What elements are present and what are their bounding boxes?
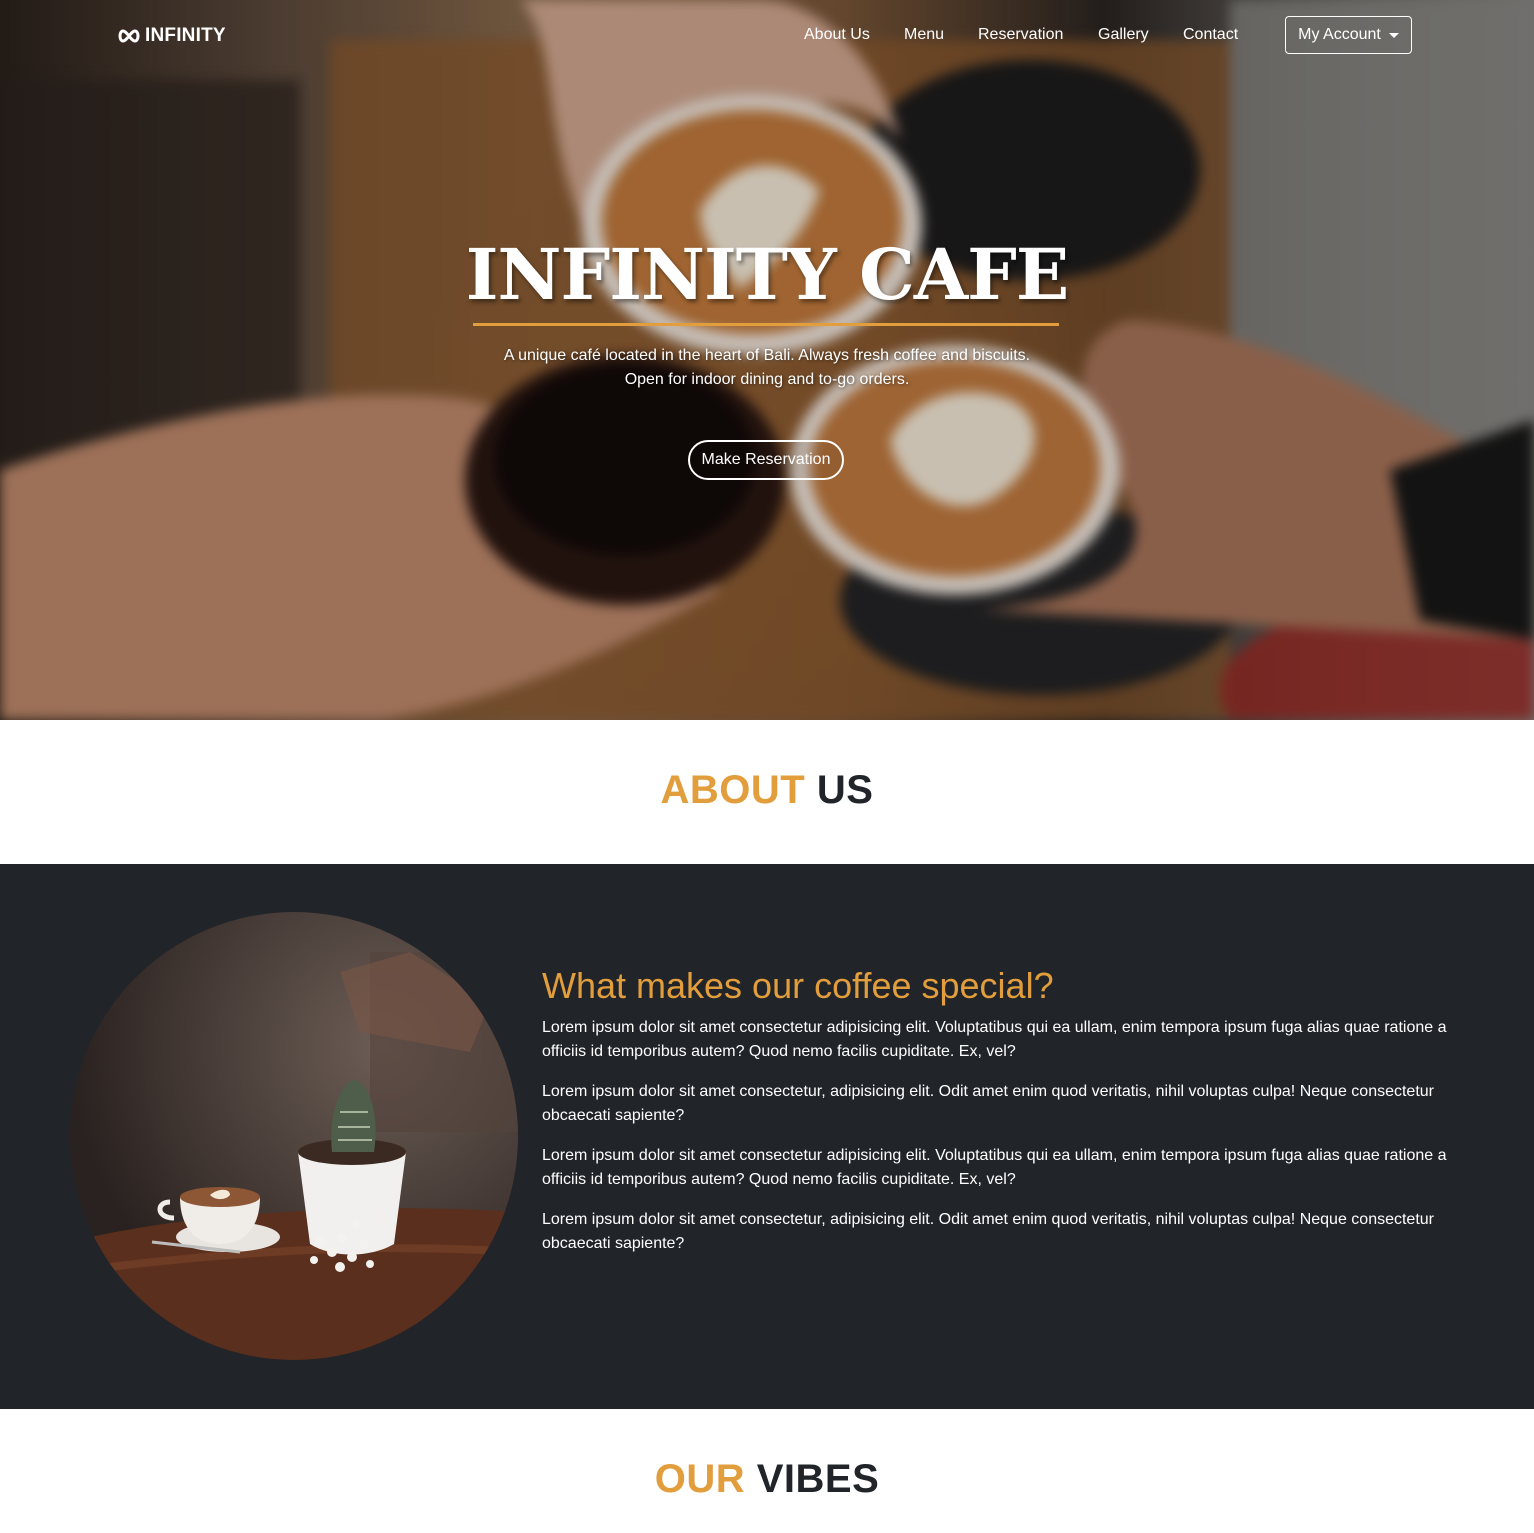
about-paragraph-1: Lorem ipsum dolor sit amet consectetur a… [542,1019,1447,1060]
about-title: What makes our coffee special? [542,965,1054,1006]
coffee-and-cactus-image [70,912,518,1360]
nav-link-about-us[interactable]: About Us [804,26,870,44]
about-paragraph-3: Lorem ipsum dolor sit amet consectetur a… [542,1147,1447,1188]
about-heading-rest: US [816,768,874,812]
hero-section: INFINITY About Us Menu Reservation Galle… [0,0,1534,720]
make-reservation-button[interactable]: Make Reservation [688,440,844,480]
top-navbar: INFINITY About Us Menu Reservation Galle… [0,0,1534,72]
caret-down-icon [1388,32,1399,38]
brand-logo-link[interactable]: INFINITY [117,24,226,48]
infinity-icon [118,29,140,43]
nav-link-contact[interactable]: Contact [1183,26,1238,44]
hero-subtitle-line-2: Open for indoor dining and to-go orders. [624,371,910,388]
nav-link-reservation[interactable]: Reservation [978,26,1063,44]
hero-title: INFINITY CAFE [465,233,1069,316]
about-us-heading: ABOUT US [0,768,1534,813]
my-account-label: My Account [1298,26,1381,43]
my-account-dropdown-button[interactable]: My Account [1285,16,1412,54]
about-heading-accent: ABOUT [660,768,806,812]
brand-name: INFINITY [145,25,226,46]
hero-subtitle: A unique café located in the heart of Ba… [0,344,1534,392]
nav-link-menu[interactable]: Menu [904,26,944,44]
hero-title-underline [473,323,1059,326]
nav-link-gallery[interactable]: Gallery [1098,26,1149,44]
our-vibes-heading: OUR VIBES [0,1457,1534,1502]
vibes-heading-rest: VIBES [756,1457,880,1501]
vibes-heading-accent: OUR [654,1457,746,1501]
about-paragraph-2: Lorem ipsum dolor sit amet consectetur, … [542,1083,1434,1124]
about-section: What makes our coffee special? Lorem ips… [0,864,1534,1409]
about-paragraph-4: Lorem ipsum dolor sit amet consectetur, … [542,1211,1434,1252]
hero-subtitle-line-1: A unique café located in the heart of Ba… [503,347,1031,364]
